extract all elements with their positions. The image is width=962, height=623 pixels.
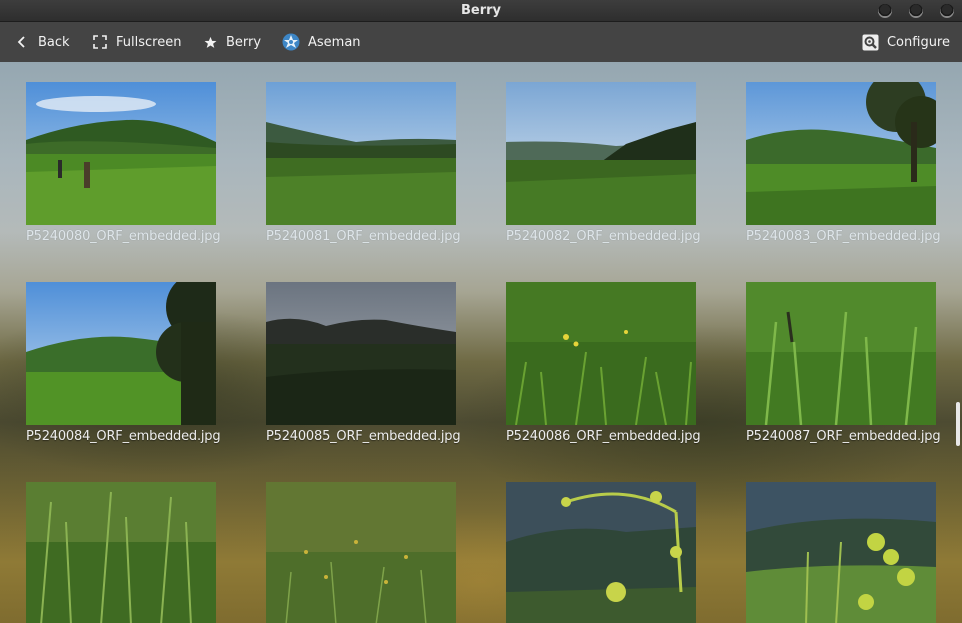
thumbnail-item[interactable] (746, 482, 936, 623)
configure-label: Configure (886, 34, 950, 50)
thumbnail-image (746, 282, 936, 425)
thumbnail-item[interactable]: P5240085_ORF_embedded.jpg (266, 282, 461, 444)
thumbnail-caption: P5240085_ORF_embedded.jpg (266, 429, 461, 444)
title-bar: Berry (0, 0, 962, 22)
window-title: Berry (460, 3, 502, 18)
star-icon (202, 34, 218, 50)
thumbnail-item[interactable] (266, 482, 456, 623)
close-button[interactable] (940, 4, 954, 18)
configure-icon (862, 34, 879, 51)
thumbnail-image (506, 282, 696, 425)
fullscreen-icon (92, 34, 108, 50)
aseman-logo-icon (282, 33, 300, 51)
window-controls (878, 4, 954, 18)
thumbnail-caption: P5240084_ORF_embedded.jpg (26, 429, 221, 444)
maximize-button[interactable] (909, 4, 923, 18)
configure-button[interactable]: Configure (862, 22, 950, 62)
fullscreen-label: Fullscreen (116, 34, 182, 50)
thumbnail-item[interactable]: P5240087_ORF_embedded.jpg (746, 282, 941, 444)
fullscreen-button[interactable]: Fullscreen (92, 22, 181, 62)
thumbnail-image (506, 82, 696, 225)
chevron-left-icon (14, 34, 30, 50)
vertical-scrollbar[interactable] (956, 402, 960, 446)
thumbnail-item[interactable] (26, 482, 216, 623)
thumbnail-image (266, 282, 456, 425)
thumbnail-item[interactable]: P5240083_ORF_embedded.jpg (746, 82, 941, 244)
thumbnail-item[interactable] (506, 482, 696, 623)
thumbnail-item[interactable]: P5240082_ORF_embedded.jpg (506, 82, 701, 244)
berry-label: Berry (226, 34, 262, 50)
thumbnail-caption: P5240081_ORF_embedded.jpg (266, 229, 461, 244)
toolbar: Back Fullscreen Berry Aseman Configure (0, 22, 962, 62)
thumbnail-image (26, 482, 216, 623)
thumbnail-image (506, 482, 696, 623)
thumbnail-caption: P5240087_ORF_embedded.jpg (746, 429, 941, 444)
thumbnail-image (266, 482, 456, 623)
berry-button[interactable]: Berry (202, 22, 261, 62)
aseman-button[interactable]: Aseman (282, 22, 361, 62)
thumbnail-caption: P5240082_ORF_embedded.jpg (506, 229, 701, 244)
thumbnail-image (26, 82, 216, 225)
thumbnail-item[interactable]: P5240081_ORF_embedded.jpg (266, 82, 461, 244)
thumbnail-item[interactable]: P5240084_ORF_embedded.jpg (26, 282, 221, 444)
thumbnail-image (746, 82, 936, 225)
aseman-label: Aseman (308, 34, 361, 50)
thumbnail-image (746, 482, 936, 623)
back-label: Back (38, 34, 70, 50)
minimize-button[interactable] (878, 4, 892, 18)
thumbnail-caption: P5240083_ORF_embedded.jpg (746, 229, 941, 244)
thumbnail-caption: P5240080_ORF_embedded.jpg (26, 229, 221, 244)
thumbnail-item[interactable]: P5240086_ORF_embedded.jpg (506, 282, 701, 444)
thumbnail-image (266, 82, 456, 225)
thumbnail-image (26, 282, 216, 425)
back-button[interactable]: Back (14, 22, 70, 62)
thumbnail-item[interactable]: P5240080_ORF_embedded.jpg (26, 82, 221, 244)
thumbnail-caption: P5240086_ORF_embedded.jpg (506, 429, 701, 444)
thumbnail-grid: P5240080_ORF_embedded.jpg P5240081_ORF_e… (0, 62, 962, 623)
